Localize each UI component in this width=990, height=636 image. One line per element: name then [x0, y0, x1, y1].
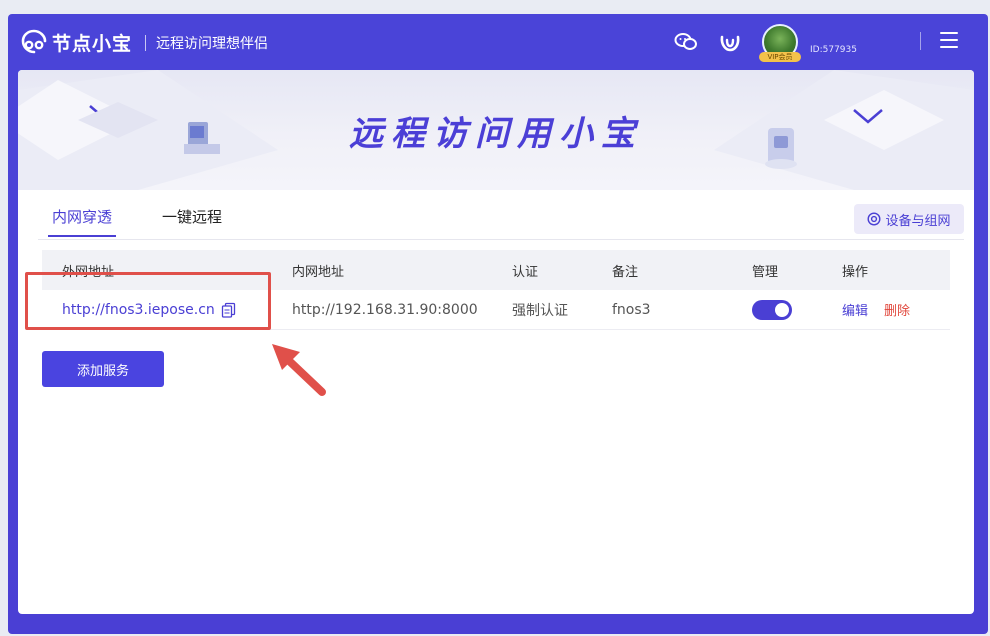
app-subtitle: 远程访问理想伴侣 — [156, 36, 268, 52]
main-panel: 远程访问用小宝 内网穿透 一键远程 设备与组网 外网地址 内网地址 认证 备注 … — [18, 70, 974, 614]
col-actions: 操作 — [842, 264, 869, 280]
note-value: fnos3 — [612, 301, 651, 318]
delete-button[interactable]: 删除 — [884, 304, 910, 319]
manage-cell — [752, 299, 792, 320]
menu-divider — [920, 32, 921, 50]
annotation-arrow-icon — [272, 344, 326, 396]
network-icon — [867, 212, 881, 226]
tab-divider — [38, 239, 964, 240]
add-service-button[interactable]: 添加服务 — [42, 351, 164, 387]
app-logo: 节点小宝 — [20, 28, 132, 56]
menu-icon[interactable] — [940, 32, 958, 48]
device-group-button[interactable]: 设备与组网 — [854, 204, 964, 234]
title-bar: 节点小宝 远程访问理想伴侣 VIP会员 ID:577935 — [8, 14, 988, 70]
tab-one-click-remote[interactable]: 一键远程 — [158, 204, 226, 237]
col-note: 备注 — [612, 264, 639, 280]
edit-button[interactable]: 编辑 — [842, 304, 868, 319]
banner-title: 远程访问用小宝 — [349, 114, 643, 154]
service-toggle[interactable] — [752, 299, 792, 320]
logo-icon — [21, 29, 47, 54]
wechat-icon — [674, 33, 697, 50]
weibo-button[interactable] — [716, 28, 744, 56]
wechat-button[interactable] — [672, 28, 700, 56]
auth-value: 强制认证 — [512, 302, 568, 319]
banner: 远程访问用小宝 — [18, 70, 974, 190]
actions-cell: 编辑 删除 — [842, 300, 910, 319]
weibo-icon — [720, 35, 740, 52]
col-manage: 管理 — [752, 264, 779, 280]
tab-intranet-penetration[interactable]: 内网穿透 — [48, 204, 117, 237]
col-auth: 认证 — [512, 264, 539, 280]
tab-bar: 内网穿透 一键远程 — [48, 204, 268, 237]
col-internal: 内网地址 — [292, 264, 345, 280]
annotation-highlight-box — [25, 272, 271, 330]
user-id: ID:577935 — [810, 45, 857, 55]
vip-badge: VIP会员 — [759, 52, 801, 62]
device-group-label: 设备与组网 — [885, 213, 951, 229]
internal-address: http://192.168.31.90:8000 — [292, 301, 478, 318]
title-divider — [145, 35, 146, 51]
app-name: 节点小宝 — [52, 32, 133, 55]
